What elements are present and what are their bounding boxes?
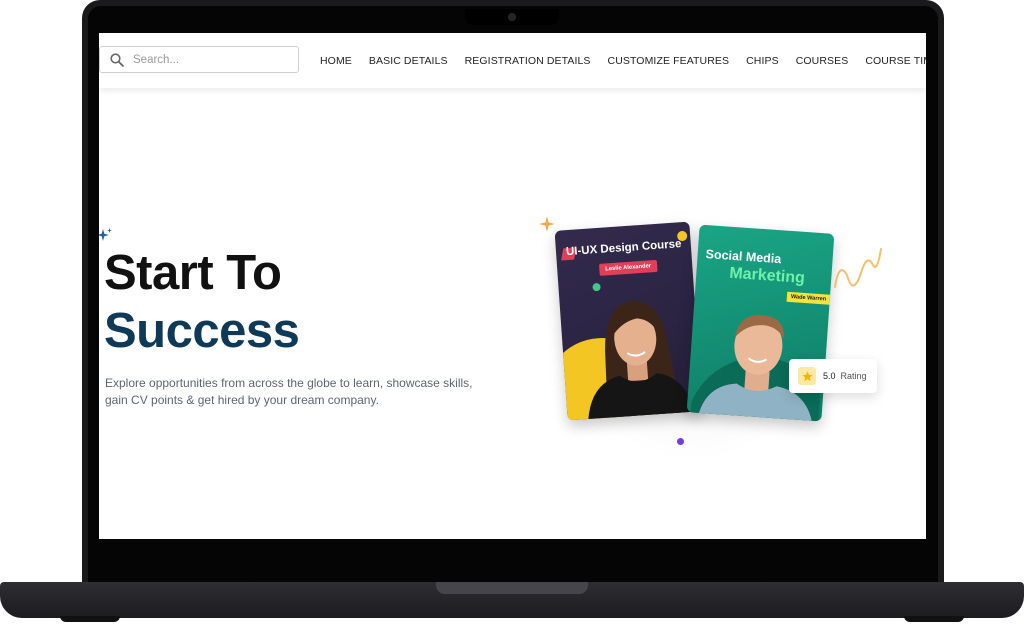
rating-value: 5.0 (823, 371, 836, 381)
squiggle-decor (834, 248, 882, 288)
main-nav: HOME BASIC DETAILS REGISTRATION DETAILS … (320, 33, 926, 88)
laptop-foot (904, 616, 964, 622)
nav-registration-details[interactable]: REGISTRATION DETAILS (465, 55, 591, 67)
course-card-uiux[interactable]: UI-UX Design Course Leslie Alexander (554, 221, 703, 421)
search-input[interactable] (131, 52, 285, 67)
camera-icon (509, 14, 515, 20)
screen: HOME BASIC DETAILS REGISTRATION DETAILS … (99, 33, 926, 539)
instructor-badge: Leslie Alexander (598, 259, 658, 276)
instructor-photo (588, 300, 696, 421)
instructor-photo (690, 315, 828, 422)
top-navbar: HOME BASIC DETAILS REGISTRATION DETAILS … (99, 33, 926, 88)
hero-title-line2: Success (104, 304, 300, 358)
course-card-title: Social Media (705, 247, 782, 267)
course-card-title: UI-UX Design Course (565, 238, 682, 259)
course-card-title-highlight: Marketing (728, 264, 806, 287)
sparkle-orange-icon (539, 216, 555, 232)
rating-badge: 5.0 Rating (789, 359, 877, 393)
sparkle-icon (99, 228, 112, 241)
decor-dot (677, 438, 684, 445)
nav-customize-features[interactable]: CUSTOMIZE FEATURES (608, 55, 730, 67)
hero-title-line1: Start To (104, 246, 282, 300)
nav-course-timelines[interactable]: COURSE TIMELINES (865, 55, 926, 67)
search-icon (110, 52, 124, 67)
nav-basic-details[interactable]: BASIC DETAILS (369, 55, 448, 67)
star-icon (798, 367, 816, 385)
card-decor-dot (676, 230, 688, 242)
laptop-opening-groove (436, 582, 588, 594)
hero-description: Explore opportunities from across the gl… (105, 376, 473, 407)
rating-label: Rating (840, 371, 867, 381)
search-box[interactable] (99, 46, 299, 73)
nav-chips[interactable]: CHIPS (746, 55, 779, 67)
nav-courses[interactable]: COURSES (796, 55, 849, 67)
laptop-foot (60, 616, 120, 622)
nav-home[interactable]: HOME (320, 55, 352, 67)
